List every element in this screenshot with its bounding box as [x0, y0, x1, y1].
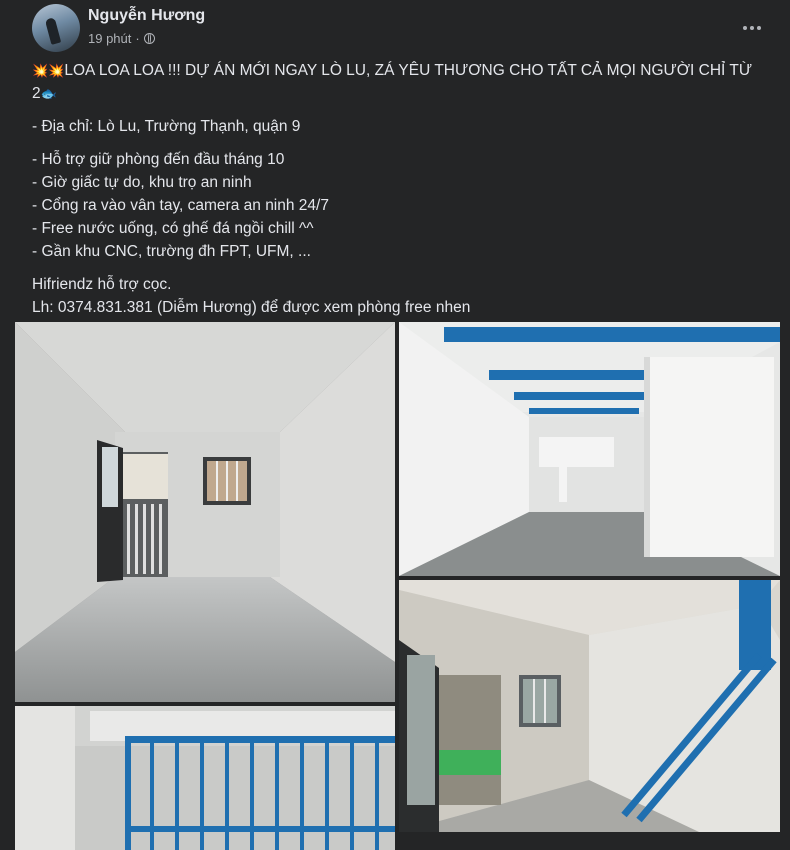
post-text: 💥💥LOA LOA LOA !!! DỰ ÁN MỚI NGAY LÒ LU, …: [32, 59, 762, 319]
fish-emoji: 🐟: [40, 86, 57, 101]
contact-line: Hifriendz hỗ trợ cọc.: [32, 276, 172, 293]
contact-line: Lh: 0374.831.381 (Diễm Hương) để được xe…: [32, 299, 471, 316]
feature-line: - Free nước uống, có ghế đá ngồi chill ^…: [32, 220, 314, 237]
post-card: Nguyễn Hương 19 phút · 💥💥LOA LOA LOA !!!…: [0, 0, 790, 850]
feature-line: - Hỗ trợ giữ phòng đến đầu tháng 10: [32, 151, 285, 168]
post-meta: 19 phút ·: [88, 31, 155, 46]
author-name[interactable]: Nguyễn Hương: [88, 7, 205, 25]
author-avatar[interactable]: [32, 4, 80, 52]
room-photo-3[interactable]: [399, 580, 780, 832]
post-address: - Địa chỉ: Lò Lu, Trường Thạnh, quận 9: [32, 118, 301, 135]
explosion-emoji: 💥💥: [32, 63, 65, 78]
globe-icon[interactable]: [143, 33, 155, 44]
room-photo-4[interactable]: [15, 706, 395, 850]
room-photo-1[interactable]: [15, 322, 395, 702]
more-options-icon[interactable]: [734, 16, 770, 40]
post-title: 💥💥LOA LOA LOA !!! DỰ ÁN MỚI NGAY LÒ LU, …: [32, 62, 753, 102]
post-time[interactable]: 19 phút: [88, 31, 131, 46]
feature-line: - Cổng ra vào vân tay, camera an ninh 24…: [32, 197, 329, 214]
post-header: Nguyễn Hương 19 phút ·: [32, 4, 770, 54]
feature-line: - Gần khu CNC, trường đh FPT, UFM, ...: [32, 243, 311, 260]
feature-line: - Giờ giấc tự do, khu trọ an ninh: [32, 174, 252, 191]
room-photo-2[interactable]: [399, 322, 780, 576]
meta-separator: ·: [135, 31, 140, 46]
photo-grid: [15, 322, 780, 850]
